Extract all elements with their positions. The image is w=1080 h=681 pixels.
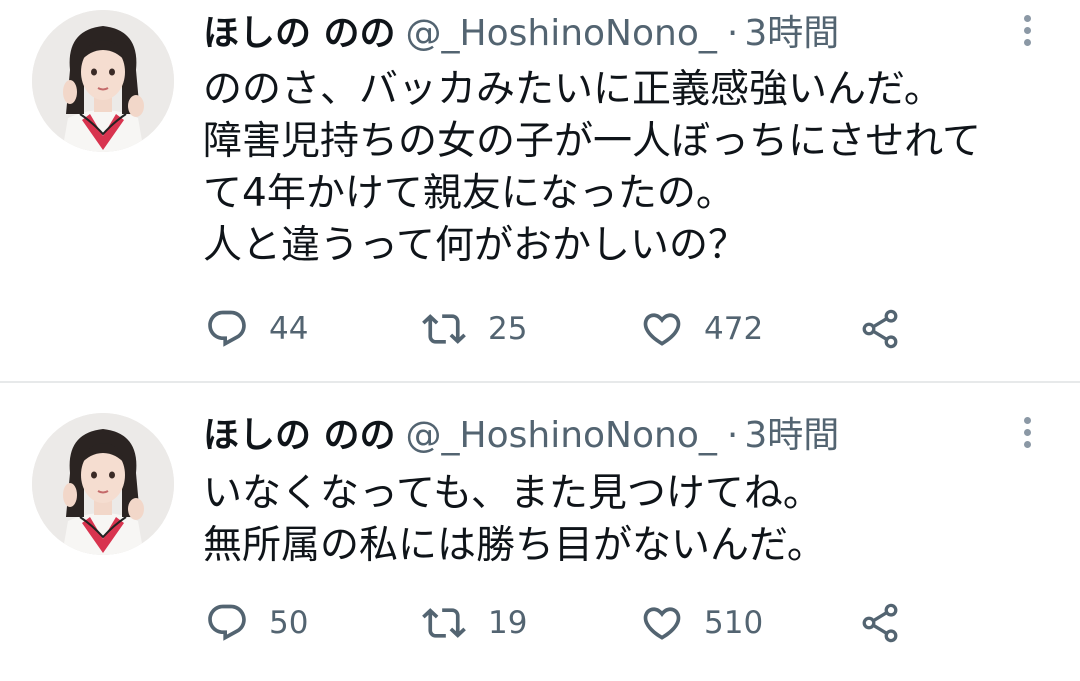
reply-count: 44 — [269, 311, 309, 347]
tweet-text-line: いなくなっても、また見つけてね。 — [203, 471, 822, 516]
avatar-image — [32, 10, 174, 152]
retweet-button[interactable]: 19 — [420, 593, 527, 653]
like-button[interactable]: 510 — [640, 593, 763, 653]
tweet-text: いなくなっても、また見つけてね。 無所属の私には勝ち目がないんだ。 — [203, 468, 1063, 572]
timestamp[interactable]: 3時間 — [744, 13, 839, 54]
timestamp[interactable]: 3時間 — [744, 415, 839, 456]
retweet-icon — [422, 314, 466, 344]
retweet-count: 19 — [488, 605, 528, 641]
reply-count: 50 — [269, 605, 309, 641]
retweet-icon — [422, 608, 466, 638]
retweet-button[interactable]: 25 — [420, 299, 527, 359]
tweet-text-line: ののさ、バッカみたいに正義感強いんだ。 — [203, 67, 943, 112]
tweet-text-line: 無所属の私には勝ち目がないんだ。 — [203, 523, 826, 568]
retweet-count: 25 — [488, 311, 528, 347]
more-icon[interactable] — [1014, 10, 1040, 50]
more-icon[interactable] — [1014, 412, 1040, 452]
reply-button[interactable]: 50 — [205, 593, 308, 653]
tweet-text-line: 人と違うって何がおかしいの？ — [203, 223, 748, 268]
tweet-header: ほしの のの @_HoshinoNono_ · 3時間 — [203, 10, 839, 58]
tweet-header: ほしの のの @_HoshinoNono_ · 3時間 — [203, 412, 839, 460]
heart-icon — [643, 607, 681, 640]
tweet-actions: 50 19 510 — [0, 593, 1080, 653]
like-count: 510 — [704, 605, 764, 641]
avatar-image — [32, 413, 174, 555]
tweet-text-line: て4年かけて親友になったの。 — [203, 171, 735, 216]
tweet-text-line: 障害児持ちの女の子が一人ぼっちにさせれて — [203, 119, 982, 164]
tweet-actions: 44 25 472 — [0, 299, 1080, 359]
display-name[interactable]: ほしの のの — [203, 13, 396, 54]
separator-dot: · — [726, 13, 739, 54]
heart-icon — [643, 313, 681, 346]
user-handle[interactable]: @_HoshinoNono_ — [406, 13, 717, 54]
share-icon — [862, 603, 898, 643]
tweet[interactable]: ほしの のの @_HoshinoNono_ · 3時間 いなくなっても、また見つけてね… — [0, 383, 1080, 681]
reply-button[interactable]: 44 — [205, 299, 308, 359]
like-count: 472 — [704, 311, 764, 347]
avatar[interactable] — [32, 10, 174, 152]
reply-icon — [208, 604, 246, 641]
user-handle[interactable]: @_HoshinoNono_ — [406, 415, 717, 456]
reply-icon — [208, 310, 246, 347]
avatar[interactable] — [32, 413, 174, 555]
like-button[interactable]: 472 — [640, 299, 763, 359]
separator-dot: · — [726, 415, 739, 456]
share-button[interactable] — [858, 593, 902, 653]
tweet[interactable]: ほしの のの @_HoshinoNono_ · 3時間 ののさ、バッカみたいに正義感強… — [0, 0, 1080, 382]
display-name[interactable]: ほしの のの — [203, 415, 396, 456]
tweet-text: ののさ、バッカみたいに正義感強いんだ。 障害児持ちの女の子が一人ぼっちにさせれて… — [203, 64, 1063, 272]
share-icon — [862, 309, 898, 349]
share-button[interactable] — [858, 299, 902, 359]
